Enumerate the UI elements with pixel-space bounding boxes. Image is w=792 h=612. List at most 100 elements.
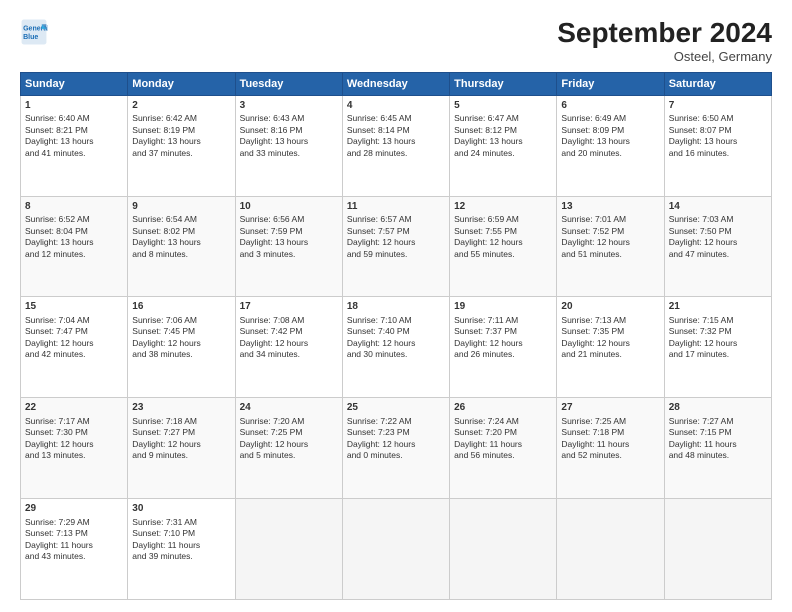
day-number: 27 xyxy=(561,401,659,415)
day-info-line: Daylight: 13 hours xyxy=(132,136,230,147)
day-info-line: Sunset: 8:04 PM xyxy=(25,226,123,237)
day-info-line: Daylight: 13 hours xyxy=(240,136,338,147)
day-info-line: Sunset: 7:23 PM xyxy=(347,427,445,438)
day-info-line: Sunrise: 6:40 AM xyxy=(25,113,123,124)
day-info-line: Sunset: 7:37 PM xyxy=(454,326,552,337)
day-info-line: Daylight: 13 hours xyxy=(669,136,767,147)
empty-cell xyxy=(235,499,342,600)
day-info-line: Daylight: 12 hours xyxy=(454,338,552,349)
day-info-line: Daylight: 12 hours xyxy=(347,237,445,248)
day-info-line: Sunrise: 7:04 AM xyxy=(25,315,123,326)
day-number: 28 xyxy=(669,401,767,415)
day-cell-30: 30Sunrise: 7:31 AMSunset: 7:10 PMDayligh… xyxy=(128,499,235,600)
day-number: 19 xyxy=(454,300,552,314)
day-info-line: Sunrise: 6:43 AM xyxy=(240,113,338,124)
day-info-line: Daylight: 11 hours xyxy=(561,439,659,450)
col-header-monday: Monday xyxy=(128,72,235,95)
day-info-line: and 56 minutes. xyxy=(454,450,552,461)
day-info-line: Sunset: 8:14 PM xyxy=(347,125,445,136)
day-cell-13: 13Sunrise: 7:01 AMSunset: 7:52 PMDayligh… xyxy=(557,196,664,297)
day-info-line: Sunset: 7:55 PM xyxy=(454,226,552,237)
day-info-line: Daylight: 12 hours xyxy=(25,439,123,450)
day-info-line: Daylight: 12 hours xyxy=(669,338,767,349)
day-info-line: and 17 minutes. xyxy=(669,349,767,360)
day-info-line: Sunset: 8:21 PM xyxy=(25,125,123,136)
day-info-line: Sunrise: 6:50 AM xyxy=(669,113,767,124)
day-info-line: and 55 minutes. xyxy=(454,249,552,260)
day-number: 24 xyxy=(240,401,338,415)
day-cell-14: 14Sunrise: 7:03 AMSunset: 7:50 PMDayligh… xyxy=(664,196,771,297)
day-info-line: Sunset: 7:10 PM xyxy=(132,528,230,539)
title-block: September 2024 Osteel, Germany xyxy=(557,18,772,64)
day-info-line: and 0 minutes. xyxy=(347,450,445,461)
day-info-line: Sunset: 7:13 PM xyxy=(25,528,123,539)
empty-cell xyxy=(450,499,557,600)
day-info-line: Daylight: 12 hours xyxy=(25,338,123,349)
day-number: 13 xyxy=(561,200,659,214)
day-info-line: Sunset: 7:15 PM xyxy=(669,427,767,438)
day-info-line: Sunset: 7:35 PM xyxy=(561,326,659,337)
day-info-line: Daylight: 11 hours xyxy=(132,540,230,551)
day-number: 29 xyxy=(25,502,123,516)
day-number: 11 xyxy=(347,200,445,214)
day-info-line: and 26 minutes. xyxy=(454,349,552,360)
day-number: 7 xyxy=(669,99,767,113)
day-info-line: Sunset: 7:40 PM xyxy=(347,326,445,337)
day-cell-19: 19Sunrise: 7:11 AMSunset: 7:37 PMDayligh… xyxy=(450,297,557,398)
day-number: 4 xyxy=(347,99,445,113)
day-info-line: and 43 minutes. xyxy=(25,551,123,562)
calendar-week-5: 29Sunrise: 7:29 AMSunset: 7:13 PM Dayligh… xyxy=(21,499,772,600)
day-cell-27: 27Sunrise: 7:25 AMSunset: 7:18 PMDayligh… xyxy=(557,398,664,499)
day-info-line: and 39 minutes. xyxy=(132,551,230,562)
svg-text:Blue: Blue xyxy=(23,34,38,41)
day-info-line: Daylight: 12 hours xyxy=(561,338,659,349)
day-info-line: Sunrise: 7:27 AM xyxy=(669,416,767,427)
day-cell-9: 9Sunrise: 6:54 AMSunset: 8:02 PMDaylight… xyxy=(128,196,235,297)
day-info-line: Sunset: 7:42 PM xyxy=(240,326,338,337)
day-info-line: Sunrise: 7:25 AM xyxy=(561,416,659,427)
day-cell-8: 8Sunrise: 6:52 AMSunset: 8:04 PMDaylight… xyxy=(21,196,128,297)
day-info-line: Sunset: 8:12 PM xyxy=(454,125,552,136)
day-info-line: Daylight: 13 hours xyxy=(561,136,659,147)
day-info-line: Sunset: 7:25 PM xyxy=(240,427,338,438)
calendar-week-2: 8Sunrise: 6:52 AMSunset: 8:04 PMDaylight… xyxy=(21,196,772,297)
day-cell-22: 22Sunrise: 7:17 AMSunset: 7:30 PMDayligh… xyxy=(21,398,128,499)
location: Osteel, Germany xyxy=(557,49,772,64)
day-info-line: Sunset: 8:02 PM xyxy=(132,226,230,237)
day-cell-24: 24Sunrise: 7:20 AMSunset: 7:25 PMDayligh… xyxy=(235,398,342,499)
day-cell-3: 3Sunrise: 6:43 AMSunset: 8:16 PMDaylight… xyxy=(235,95,342,196)
day-info-line: and 28 minutes. xyxy=(347,148,445,159)
day-info-line: Sunset: 8:16 PM xyxy=(240,125,338,136)
day-info-line: Sunrise: 7:22 AM xyxy=(347,416,445,427)
month-title: September 2024 xyxy=(557,18,772,49)
day-info-line: Sunrise: 7:24 AM xyxy=(454,416,552,427)
day-cell-15: 15Sunrise: 7:04 AMSunset: 7:47 PMDayligh… xyxy=(21,297,128,398)
day-cell-6: 6Sunrise: 6:49 AMSunset: 8:09 PMDaylight… xyxy=(557,95,664,196)
day-info-line: Sunset: 7:27 PM xyxy=(132,427,230,438)
day-info-line: Sunrise: 6:49 AM xyxy=(561,113,659,124)
day-info-line: Daylight: 12 hours xyxy=(669,237,767,248)
logo: General Blue xyxy=(20,18,48,46)
day-info-line: Sunrise: 7:10 AM xyxy=(347,315,445,326)
day-cell-29: 29Sunrise: 7:29 AMSunset: 7:13 PMDayligh… xyxy=(21,499,128,600)
day-number: 5 xyxy=(454,99,552,113)
day-number: 12 xyxy=(454,200,552,214)
day-info-line: and 33 minutes. xyxy=(240,148,338,159)
day-info-line: Sunrise: 7:11 AM xyxy=(454,315,552,326)
day-info-line: Sunrise: 6:42 AM xyxy=(132,113,230,124)
day-info-line: and 16 minutes. xyxy=(669,148,767,159)
day-info-line: and 48 minutes. xyxy=(669,450,767,461)
day-info-line: and 24 minutes. xyxy=(454,148,552,159)
day-info-line: Daylight: 12 hours xyxy=(240,439,338,450)
day-cell-26: 26Sunrise: 7:24 AMSunset: 7:20 PMDayligh… xyxy=(450,398,557,499)
day-info-line: Sunset: 8:09 PM xyxy=(561,125,659,136)
day-number: 25 xyxy=(347,401,445,415)
day-info-line: Sunrise: 7:29 AM xyxy=(25,517,123,528)
day-cell-10: 10Sunrise: 6:56 AMSunset: 7:59 PMDayligh… xyxy=(235,196,342,297)
day-number: 22 xyxy=(25,401,123,415)
day-info-line: Sunset: 7:18 PM xyxy=(561,427,659,438)
day-info-line: and 47 minutes. xyxy=(669,249,767,260)
day-info-line: Sunrise: 6:59 AM xyxy=(454,214,552,225)
day-number: 10 xyxy=(240,200,338,214)
day-number: 26 xyxy=(454,401,552,415)
